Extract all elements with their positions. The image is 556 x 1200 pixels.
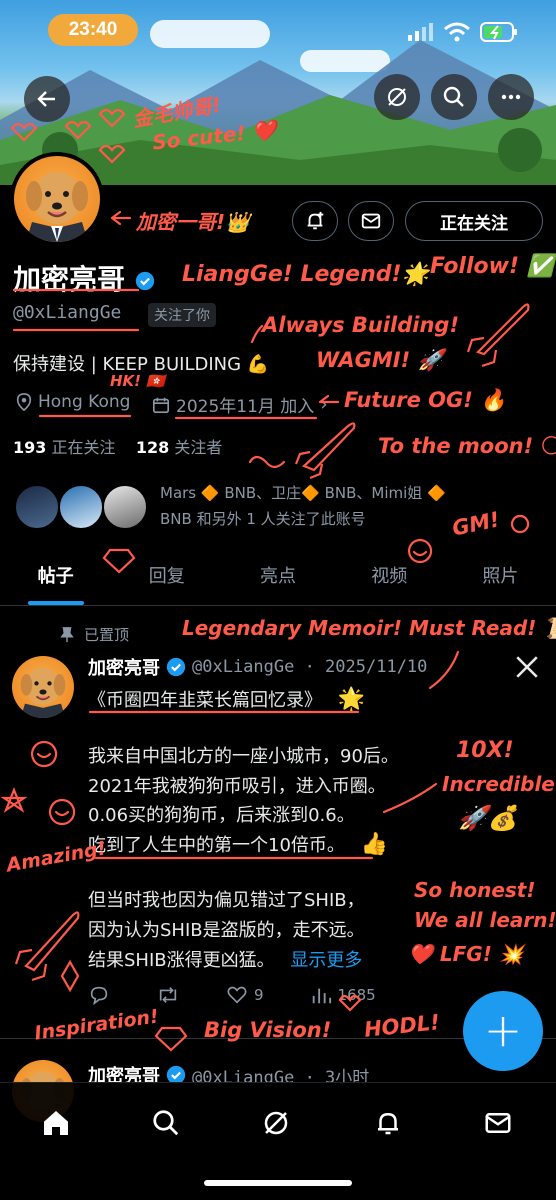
doodle-overlay xyxy=(0,108,530,1052)
